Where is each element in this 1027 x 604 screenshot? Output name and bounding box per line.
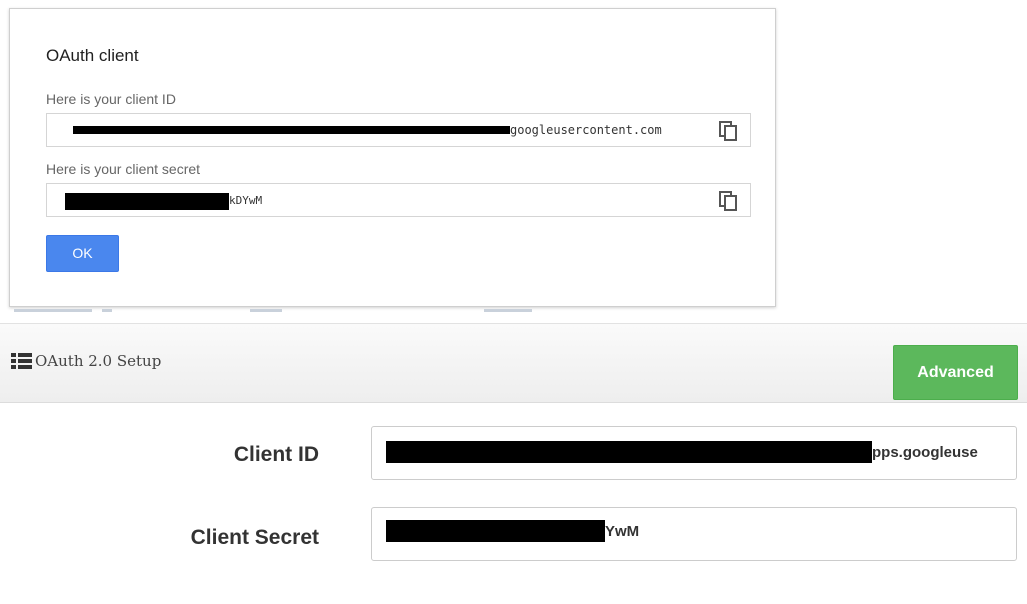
client-id-form-label: Client ID [233,443,319,466]
background-fragment [484,305,544,315]
client-id-field[interactable]: googleusercontent.com [46,113,751,147]
client-id-label: Here is your client ID [46,91,176,107]
copy-icon[interactable] [719,121,737,141]
obscured-text [14,309,112,312]
client-id-input[interactable]: pps.googleuse [371,426,1017,480]
panel-header: OAuth 2.0 Setup Advanced [0,323,1027,403]
background-fragment [6,305,136,315]
ok-button[interactable]: OK [46,235,119,272]
client-secret-form-label: Client Secret [190,526,319,549]
background-fragment [250,305,290,315]
client-secret-value-suffix: kDYwM [229,194,263,207]
oauth-setup-panel: OAuth 2.0 Setup Advanced Client ID pps.g… [0,323,1027,604]
client-id-value-suffix: googleusercontent.com [510,123,662,137]
panel-title: OAuth 2.0 Setup [35,352,162,370]
redaction-bar [65,193,229,210]
obscured-text [250,309,282,312]
obscured-text [484,309,532,312]
redaction-bar [386,441,872,463]
list-icon [11,353,32,369]
advanced-button[interactable]: Advanced [893,345,1018,400]
client-secret-input[interactable]: YwM [371,507,1017,561]
client-id-input-suffix: pps.googleuse [872,444,978,461]
dialog-title: OAuth client [46,46,139,65]
client-secret-field[interactable]: kDYwM [46,183,751,217]
client-secret-input-suffix: YwM [605,523,640,540]
copy-icon[interactable] [719,191,737,211]
client-secret-label: Here is your client secret [46,161,201,177]
redaction-bar [386,520,605,542]
redaction-bar [73,126,510,134]
oauth-client-dialog: OAuth client Here is your client ID goog… [9,8,776,307]
panel-title-group: OAuth 2.0 Setup [11,352,161,370]
